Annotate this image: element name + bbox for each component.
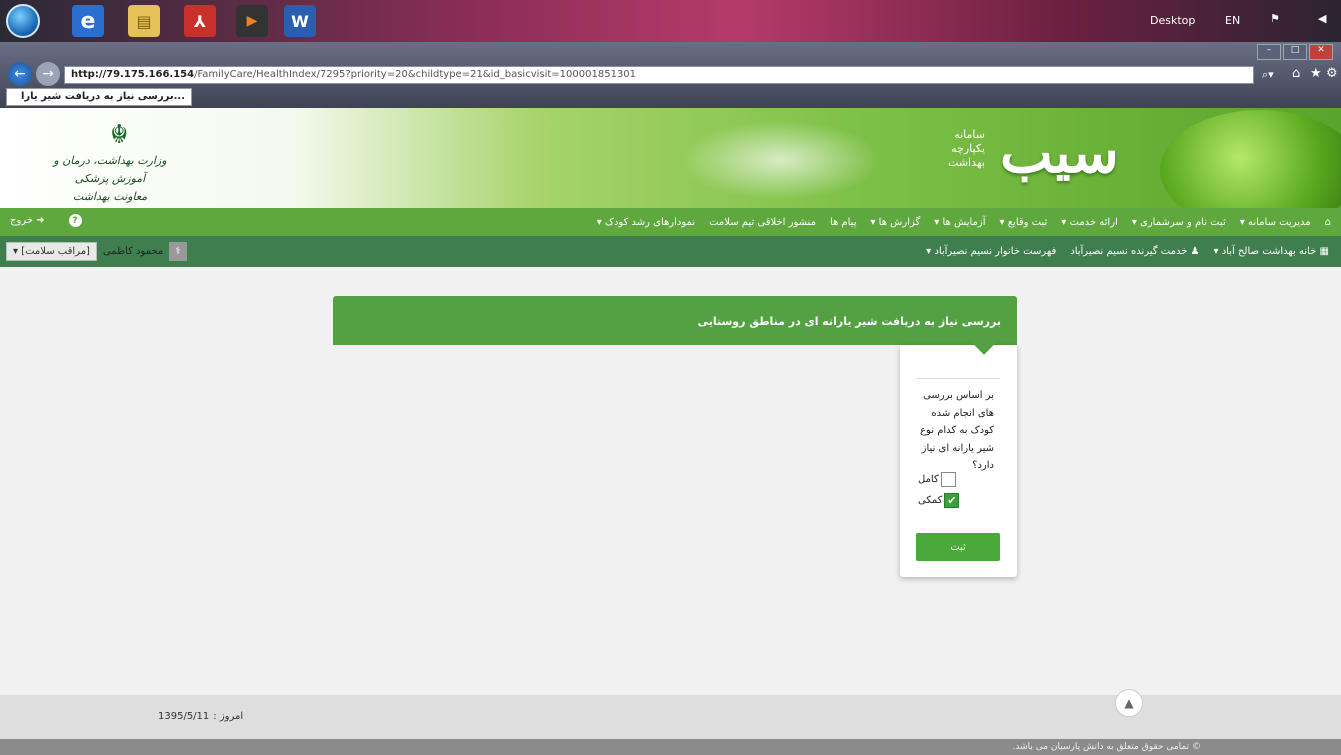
start-button[interactable] [6,4,40,38]
card-divider [916,378,1000,379]
today-value: 1395/5/11 [158,711,210,722]
iran-emblem-icon: ☬ [110,120,129,150]
tray-flag-icon[interactable]: ⚑ [1270,12,1280,25]
menu-messages[interactable]: پیام ها [830,217,857,228]
close-window-button[interactable]: ✕ [1309,44,1333,60]
menu-events[interactable]: ثبت وقایع ▾ [1000,217,1048,228]
menu-system-admin[interactable]: مدیریت سامانه ▾ [1240,217,1311,228]
favorites-star-icon[interactable]: ★ [1310,66,1322,81]
menu-service[interactable]: ارائه خدمت ▾ [1061,217,1118,228]
url-host: http://79.175.166.154 [71,69,195,80]
panel-header: بررسی نیاز به دریافت شیر یارانه ای در من… [333,296,1017,345]
ie-icon[interactable]: e [72,5,104,37]
today-date: امروز : 1395/5/11 [158,711,243,722]
subtitle-line-3: بهداشت [948,156,985,169]
option-supplementary[interactable]: ✔ کمکی [918,493,960,508]
logout-label: خروج [10,215,33,226]
ministry-line-1: وزارت بهداشت، درمان و آموزش پزشکی [53,154,167,185]
menu-tests[interactable]: آزمایش ها ▾ [934,217,985,228]
panel-title: بررسی نیاز به دریافت شیر یارانه ای در من… [697,315,1001,328]
desktop-toolbar-label[interactable]: Desktop [1150,14,1195,27]
search-icon[interactable]: ⌕▾ [1262,68,1274,82]
main-menu-bar: ⌂ مدیریت سامانه ▾ ثبت نام و سرشماری ▾ ار… [0,208,1341,236]
explorer-icon[interactable]: ▤ [128,5,160,37]
user-role-dropdown[interactable]: [مراقب سلامت] ▾ [6,241,97,261]
logout-button[interactable]: ➜ خروج [10,215,45,226]
option-full[interactable]: کامل [918,472,956,487]
forward-button[interactable]: → [36,62,60,86]
health-worker-icon: ⚕ [169,241,187,261]
media-icon[interactable]: ▶ [236,5,268,37]
today-label: امروز : [213,711,244,722]
logout-area: ➜ خروج ? [10,214,82,227]
context-menu: ▦ خانه بهداشت صالح آباد ▾ ♟ خدمت گیرنده … [926,236,1329,267]
word-icon[interactable]: W [284,5,316,37]
home-icon[interactable]: ⌂ [1325,217,1331,228]
building-icon: ▦ [1316,246,1329,257]
system-subtitle: سامانه یکپارچه بهداشت [925,128,985,170]
ministry-logo-text: وزارت بهداشت، درمان و آموزش پزشکی معاونت… [40,152,180,206]
window-controls: – □ ✕ [1257,44,1333,60]
home-icon[interactable]: ⌂ [1292,66,1300,81]
checkbox-supplementary[interactable]: ✔ [944,493,960,508]
subtitle-line-2: یکپارچه [951,142,985,155]
tab-title: ...بررسی نیاز به دریافت شیر یارا [20,91,185,102]
subtitle-line-1: سامانه [954,128,985,141]
scroll-to-top-icon[interactable]: ▲ [1115,689,1143,717]
language-indicator[interactable]: EN [1225,14,1240,27]
menu-growth-charts[interactable]: نمودارهای رشد کودک ▾ [597,217,695,228]
client-label: خدمت گیرنده نسیم نصیرآباد [1070,246,1188,257]
menu-registration[interactable]: ثبت نام و سرشماری ▾ [1132,217,1226,228]
menu-reports[interactable]: گزارش ها ▾ [870,217,920,228]
help-icon[interactable]: ? [68,214,82,227]
maximize-button[interactable]: □ [1283,44,1307,60]
browser-tab[interactable]: ...بررسی نیاز به دریافت شیر یارا [6,88,192,106]
user-name: محمود کاظمی [102,245,164,257]
url-path: /FamilyCare/HealthIndex/7295?priority=20… [194,69,637,80]
main-menu: ⌂ مدیریت سامانه ▾ ثبت نام و سرشماری ▾ ار… [597,208,1331,236]
menu-charter[interactable]: منشور اخلاقی تیم سلامت [709,217,816,228]
logout-icon: ➜ [32,215,45,226]
header-banner [0,108,1341,208]
user-icon: ♟ [1187,246,1200,257]
checkbox-full[interactable] [940,472,956,487]
health-house-selector[interactable]: ▦ خانه بهداشت صالح آباد ▾ [1214,246,1329,257]
option-supplementary-label: کمکی [918,495,943,506]
ministry-line-2: معاونت بهداشت [72,190,148,203]
client-selector[interactable]: ♟ خدمت گیرنده نسیم نصیرآباد [1070,246,1199,257]
settings-gear-icon[interactable]: ⚙ [1326,66,1338,81]
health-house-label: خانه بهداشت صالح آباد ▾ [1213,246,1317,257]
back-button[interactable]: ← [8,62,32,86]
pdf-icon[interactable]: ⅄ [184,5,216,37]
option-full-label: کامل [918,474,939,485]
copyright: © تمامی حقوق متعلق به دانش پارسیان می با… [0,739,1341,755]
sib-logo: سیب [1000,120,1119,186]
household-list-selector[interactable]: فهرست خانوار نسیم نصیرآباد ▾ [926,246,1056,257]
user-info[interactable]: [مراقب سلامت] ▾ محمود کاظمی ⚕ [6,238,187,264]
banner-decoration [680,120,880,200]
address-bar[interactable]: http://79.175.166.154/FamilyCare/HealthI… [64,66,1254,84]
volume-icon[interactable]: ◀ [1318,12,1326,25]
minimize-button[interactable]: – [1257,44,1281,60]
question-text: بر اساس بررسی های انجام شده کودک به کدام… [920,390,994,471]
context-bar: ▦ خانه بهداشت صالح آباد ▾ ♟ خدمت گیرنده … [0,236,1341,267]
submit-button[interactable]: ثبت [916,533,1000,561]
